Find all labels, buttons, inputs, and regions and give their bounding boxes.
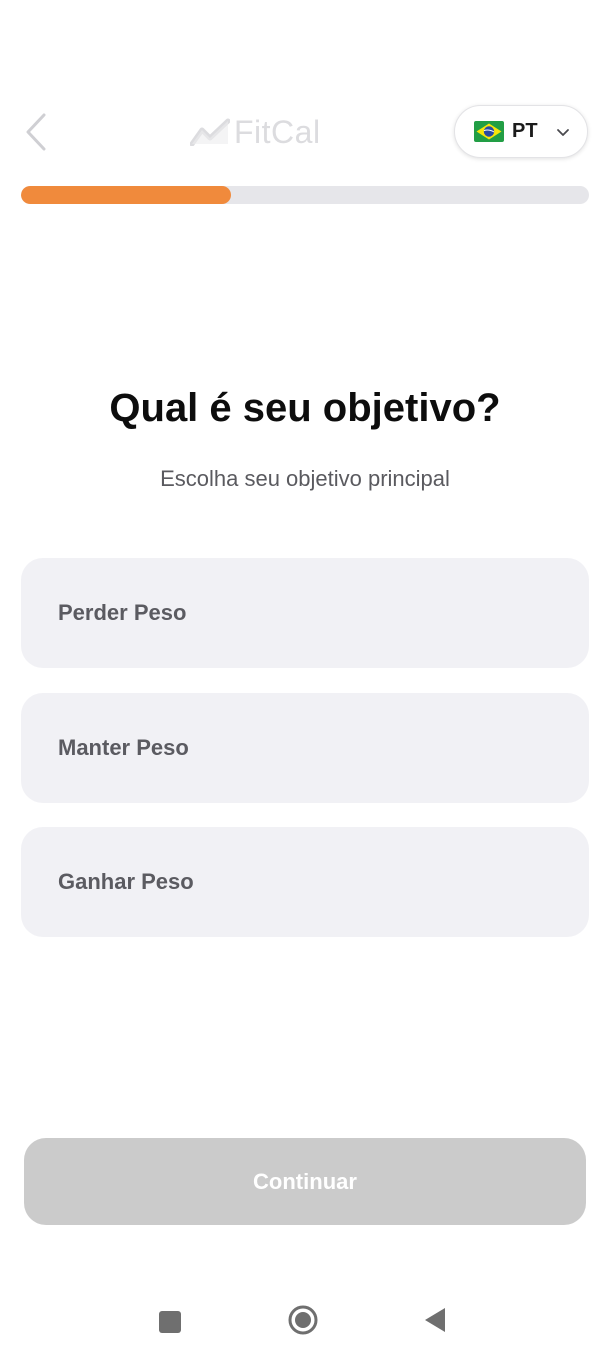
back-button[interactable] <box>16 110 56 154</box>
brazil-flag-icon <box>474 121 504 142</box>
circle-home-icon <box>288 1305 318 1335</box>
chevron-down-icon <box>556 128 569 136</box>
continue-button[interactable]: Continuar <box>24 1138 586 1225</box>
app-logo: FitCal <box>190 112 321 152</box>
progress-fill <box>21 186 232 204</box>
square-icon <box>159 1311 181 1333</box>
home-button[interactable] <box>283 1300 323 1340</box>
system-navigation-bar <box>0 1290 610 1350</box>
option-manter-peso[interactable]: Manter Peso <box>21 693 589 803</box>
page-title: Qual é seu objetivo? <box>109 386 501 430</box>
logo-text: FitCal <box>234 113 321 150</box>
triangle-back-icon <box>425 1308 445 1332</box>
option-ganhar-peso[interactable]: Ganhar Peso <box>21 827 589 937</box>
option-perder-peso[interactable]: Perder Peso <box>21 558 589 668</box>
page-subtitle: Escolha seu objetivo principal <box>160 466 450 491</box>
trend-line-icon <box>190 118 230 146</box>
recent-apps-button[interactable] <box>150 1302 190 1342</box>
progress-bar <box>21 186 589 204</box>
language-selector[interactable]: PT <box>454 105 588 158</box>
language-code: PT <box>512 120 538 142</box>
chevron-left-icon <box>26 113 46 151</box>
system-back-button[interactable] <box>415 1300 455 1340</box>
